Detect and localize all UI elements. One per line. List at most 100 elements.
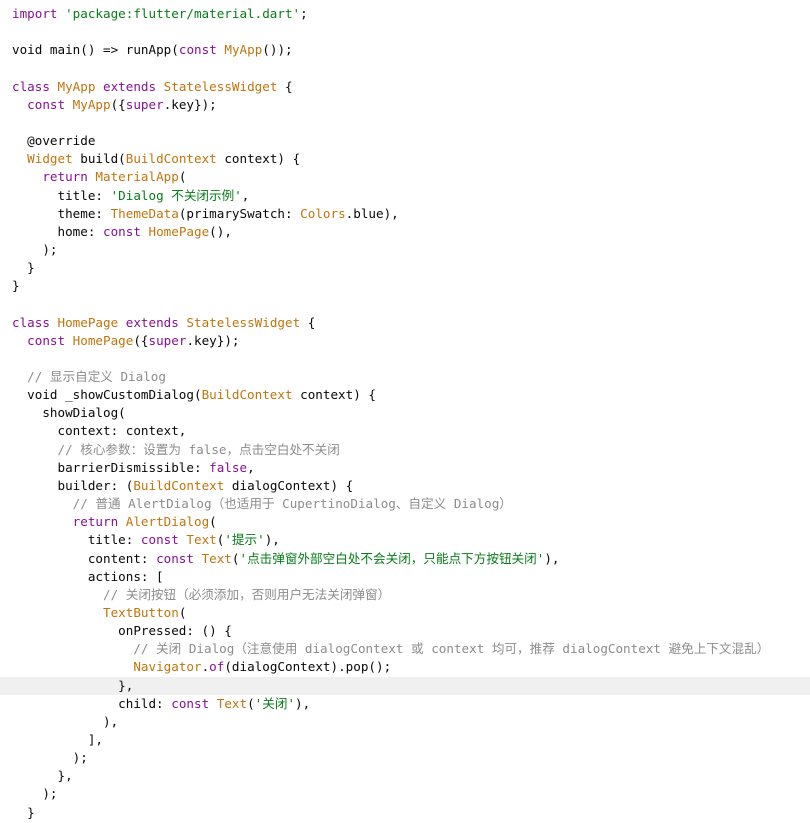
code-line[interactable]: } (12, 804, 35, 822)
code-token: builder: ( (12, 477, 134, 493)
code-line[interactable]: ); (12, 785, 57, 803)
code-token: BuildContext (125, 151, 225, 167)
code-editor[interactable]: import 'package:flutter/material.dart'; v… (0, 0, 810, 823)
code-line[interactable]: theme: ThemeData(primarySwatch: Colors.b… (12, 205, 398, 223)
code-line[interactable]: // 关闭 Dialog（注意使用 dialogContext 或 contex… (12, 640, 769, 658)
code-token: ThemeData (110, 205, 179, 221)
code-token: ({ (110, 96, 126, 112)
code-token: ( (209, 514, 217, 530)
code-token: HomePage (148, 223, 210, 239)
code-token: ); (12, 241, 58, 257)
code-token: HomePage (57, 314, 126, 330)
code-token: Text (186, 532, 217, 548)
code-token: void (12, 42, 50, 58)
code-token: ), (295, 695, 311, 711)
code-line[interactable]: actions: [ (12, 568, 164, 586)
code-line[interactable]: ); (12, 241, 58, 259)
code-token: super (148, 332, 187, 348)
code-token: super (125, 96, 164, 112)
code-line[interactable]: barrierDismissible: false, (12, 459, 255, 477)
code-token: Colors (300, 205, 346, 221)
code-token: ( (178, 604, 187, 620)
code-token: home: (12, 223, 103, 239)
code-token: MaterialApp (95, 169, 179, 185)
code-token: TextButton (103, 604, 179, 620)
code-line[interactable]: } (12, 277, 20, 295)
code-line[interactable]: // 关闭按钮（必须添加，否则用户无法关闭弹窗） (12, 586, 390, 604)
code-token: actions: [ (12, 568, 164, 584)
code-line[interactable]: class MyApp extends StatelessWidget { (12, 78, 293, 96)
code-line[interactable]: Widget build(BuildContext context) { (12, 150, 300, 168)
code-line[interactable]: }, (12, 767, 72, 785)
code-token: ], (12, 732, 103, 747)
code-token: context: context, (12, 423, 187, 439)
code-line[interactable]: child: const Text('关闭'), (12, 695, 310, 713)
code-line[interactable]: title: const Text('提示'), (12, 531, 280, 549)
code-line[interactable]: return MaterialApp( (12, 168, 186, 186)
code-token: StatelessWidget (186, 314, 301, 330)
code-token: HomePage (72, 332, 134, 348)
code-token: Text (201, 550, 232, 566)
code-token: dialogContext) { (231, 477, 354, 493)
code-token: , (247, 459, 255, 475)
code-line[interactable]: ), (12, 713, 118, 731)
code-line[interactable]: ], (12, 731, 103, 749)
code-token: context) { (224, 151, 301, 167)
code-comment: // 关闭 Dialog（注意使用 dialogContext 或 contex… (12, 641, 770, 657)
code-line[interactable]: void main() => runApp(const MyApp()); (12, 41, 293, 59)
code-line[interactable]: return AlertDialog( (12, 513, 217, 531)
code-token: content: (12, 550, 157, 566)
code-line[interactable]: }, (12, 677, 133, 695)
code-line[interactable]: // 显示自定义 Dialog (12, 368, 166, 386)
code-line[interactable]: import 'package:flutter/material.dart'; (12, 5, 308, 23)
code-line[interactable]: // 核心参数：设置为 false，点击空白处不关闭 (12, 441, 339, 459)
code-token: showDialog( (12, 405, 126, 421)
code-line[interactable]: @override (12, 132, 95, 150)
code-line[interactable]: ); (12, 749, 88, 767)
code-line[interactable]: showDialog( (12, 404, 126, 422)
code-line[interactable]: class HomePage extends StatelessWidget { (12, 314, 315, 332)
code-token: BuildContext (133, 477, 232, 493)
code-line[interactable]: Navigator.of(dialogContext).pop(); (12, 658, 391, 676)
code-token: ({ (133, 332, 149, 348)
code-token: Navigator (133, 659, 202, 675)
code-token: const (171, 695, 217, 711)
code-line[interactable]: const MyApp({super.key}); (12, 96, 217, 114)
code-token: .key}); (186, 332, 240, 348)
code-line[interactable]: TextButton( (12, 604, 186, 622)
code-line[interactable]: } (12, 259, 35, 277)
code-line[interactable]: builder: (BuildContext dialogContext) { (12, 477, 353, 495)
code-line[interactable]: content: const Text('点击弹窗外部空白处不会关闭，只能点下方… (12, 550, 560, 568)
code-token: BuildContext (201, 387, 301, 403)
code-string: '关闭' (254, 695, 296, 711)
code-token: title: (12, 532, 141, 548)
code-line[interactable]: context: context, (12, 422, 186, 440)
code-line[interactable]: const HomePage({super.key}); (12, 332, 240, 350)
code-token: build( (80, 151, 126, 167)
code-line[interactable]: // 普通 AlertDialog（也适用于 CupertinoDialog、自… (12, 495, 512, 513)
code-token: false (209, 459, 248, 475)
code-token: @override (12, 133, 96, 149)
code-token: const (27, 332, 73, 348)
code-token: } (12, 260, 35, 276)
code-line[interactable]: title: 'Dialog 不关闭示例', (12, 187, 249, 205)
code-line[interactable]: home: const HomePage(), (12, 223, 231, 241)
code-token: void _showCustomDialog( (12, 387, 202, 403)
code-token: onPressed: () { (12, 623, 232, 639)
code-token: ); (12, 750, 88, 766)
code-string: '提示' (224, 532, 265, 548)
code-token: const (156, 550, 202, 566)
code-token: const (140, 532, 187, 548)
code-token: } (12, 804, 35, 820)
code-string: '点击弹窗外部空白处不会关闭，只能点下方按钮关闭' (239, 550, 545, 566)
code-token: title: (12, 187, 111, 203)
code-token: return (72, 514, 126, 530)
code-token: (primarySwatch: (178, 205, 301, 221)
code-token: runApp (125, 42, 172, 58)
code-line[interactable]: void _showCustomDialog(BuildContext cont… (12, 386, 376, 404)
code-line[interactable]: onPressed: () { (12, 622, 232, 640)
code-token: } (12, 278, 20, 294)
